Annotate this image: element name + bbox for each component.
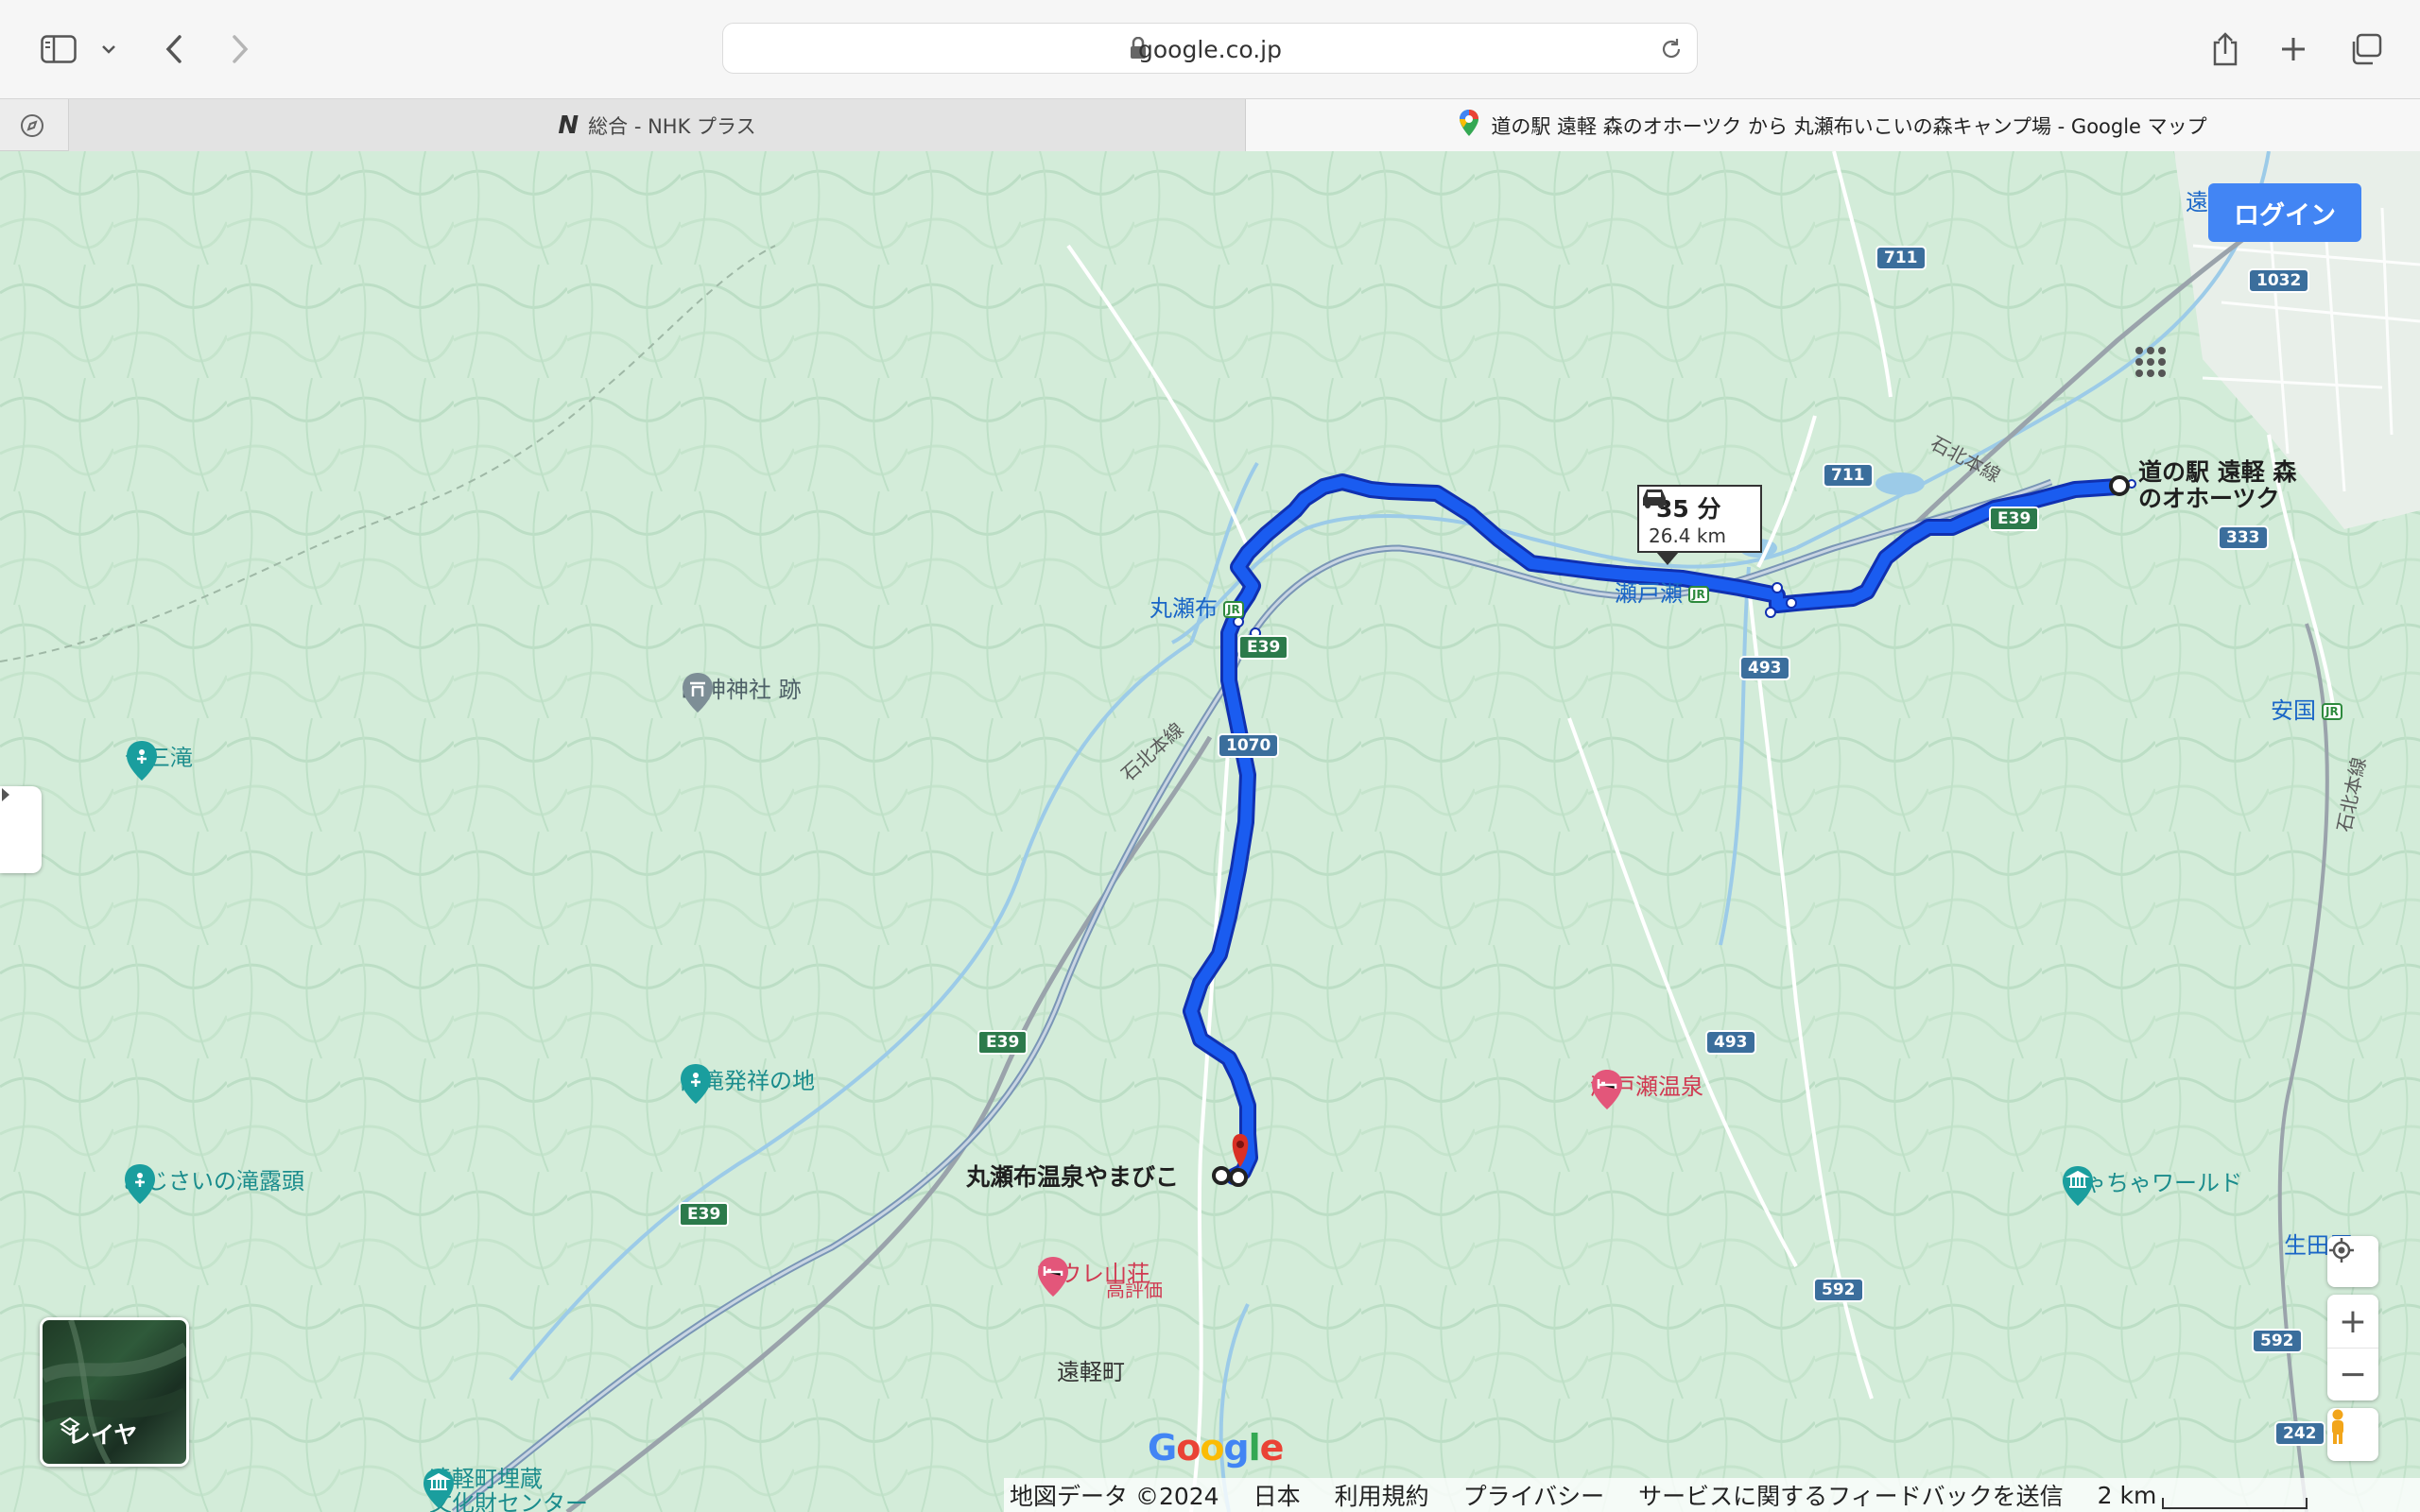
- terms-link[interactable]: 利用規約: [1335, 1478, 1429, 1512]
- road-shield: 1032: [2248, 268, 2310, 293]
- tab-label: 総合 - NHK プラス: [588, 114, 756, 138]
- poi-setose-onsen[interactable]: 瀬戸瀬温泉: [1590, 1068, 1715, 1109]
- road-shield: E39: [1238, 635, 1289, 660]
- google-maps-pin-icon: [1459, 109, 1479, 142]
- tab-label: 道の駅 遠軽 森のオホーツク から 丸瀬布いこいの森キャンプ場 - Google…: [1491, 114, 2207, 138]
- browser-toolbar: google.co.jp: [0, 0, 2420, 98]
- station-setose[interactable]: 瀬戸瀬 JR: [1615, 575, 1709, 608]
- origin-marker[interactable]: [2109, 475, 2130, 496]
- road-shield: 1070: [1218, 733, 1280, 758]
- compass-icon[interactable]: [19, 112, 45, 143]
- chevron-down-icon[interactable]: [95, 26, 123, 72]
- address-bar[interactable]: google.co.jp: [722, 23, 1698, 74]
- tab-bar: N 総合 - NHK プラス 道の駅 遠軽 森のオホーツク から 丸瀬布いこいの…: [0, 98, 2420, 151]
- zoom-controls: + −: [2327, 1295, 2378, 1400]
- share-icon[interactable]: [2203, 26, 2248, 72]
- reload-icon[interactable]: [1659, 37, 1684, 65]
- url-text: google.co.jp: [1138, 36, 1282, 63]
- zoom-in-button[interactable]: +: [2327, 1295, 2378, 1348]
- jr-icon: JR: [1688, 586, 1709, 603]
- poi-shirataki-origin[interactable]: 白滝発祥の地: [679, 1062, 826, 1104]
- station-maruseppu[interactable]: 丸瀬布 JR: [1150, 590, 1244, 623]
- route-info-pointer: [1656, 552, 1679, 565]
- destination-label[interactable]: 丸瀬布温泉やまびこ: [966, 1159, 1179, 1193]
- town-label: 遠軽町: [1057, 1359, 1125, 1385]
- scale-bar: [2162, 1497, 2308, 1509]
- new-tab-plus-icon[interactable]: [2271, 26, 2316, 72]
- road-shield: 493: [1705, 1030, 1756, 1055]
- poi-burial-center[interactable]: 遠軽町埋蔵 文化財センター: [422, 1467, 588, 1512]
- road-shield: 592: [2252, 1329, 2303, 1353]
- back-arrow-icon[interactable]: [151, 26, 197, 72]
- road-shield: 711: [1823, 463, 1874, 488]
- poi-sanjin-shrine[interactable]: 山神神社 跡: [681, 671, 813, 713]
- jr-icon: JR: [2322, 703, 2342, 720]
- poi-ajisai-falls[interactable]: あじさいの滝露頭: [123, 1162, 316, 1204]
- map-terrain: [0, 151, 2420, 1512]
- feedback-link[interactable]: サービスに関するフィードバックを送信: [1638, 1478, 2064, 1512]
- country-link[interactable]: 日本: [1253, 1478, 1301, 1512]
- road-shield: E39: [977, 1030, 1028, 1055]
- my-location-button[interactable]: [2327, 1236, 2378, 1287]
- scale-indicator[interactable]: 2 km: [2098, 1482, 2308, 1509]
- road-shield: E39: [679, 1202, 730, 1227]
- forward-arrow-icon[interactable]: [217, 26, 263, 72]
- tab-google-maps[interactable]: 道の駅 遠軽 森のオホーツク から 丸瀬布いこいの森キャンプ場 - Google…: [1246, 99, 2420, 151]
- place-label: 遠: [2186, 189, 2208, 215]
- poi-jusan-taki[interactable]: 十三滝: [125, 739, 204, 781]
- jr-icon: JR: [1223, 601, 1244, 618]
- tab-overview-icon[interactable]: [2342, 26, 2388, 72]
- road-shield: 333: [2218, 525, 2269, 550]
- map-data-credit: 地図データ ©2024: [1010, 1483, 1219, 1510]
- sidebar-toggle-icon[interactable]: [36, 26, 81, 72]
- poi-chacha-world[interactable]: ちゃちゃワールド: [2061, 1164, 2252, 1206]
- side-panel-toggle[interactable]: [0, 786, 42, 873]
- route-distance: 26.4 km: [1649, 524, 1726, 547]
- station-yasukuni[interactable]: 安国 JR: [2271, 692, 2342, 725]
- origin-label[interactable]: 道の駅 遠軽 森 のオホーツク: [2138, 459, 2296, 512]
- street-view-pegman-icon[interactable]: [2327, 1408, 2378, 1461]
- road-shield: 711: [1876, 246, 1927, 270]
- road-shield: 242: [2274, 1421, 2325, 1446]
- zoom-out-button[interactable]: −: [2327, 1348, 2378, 1400]
- attribution-bar: 地図データ ©2024 日本 利用規約 プライバシー サービスに関するフィードバ…: [1004, 1478, 2420, 1512]
- map-canvas[interactable]: 遠 ログイン 35 分 26.4 km 道の駅 遠軽 森 のオホーツク 丸瀬布温…: [0, 151, 2420, 1512]
- layers-button[interactable]: レイヤ: [40, 1317, 189, 1467]
- road-shield: 592: [1813, 1278, 1864, 1302]
- login-button[interactable]: ログイン: [2208, 183, 2361, 242]
- poi-maure-sanso[interactable]: マウレ山荘 高評価: [1036, 1255, 1163, 1302]
- nhk-logo-icon: N: [558, 111, 579, 140]
- road-shield: E39: [1989, 507, 2040, 531]
- privacy-link[interactable]: プライバシー: [1463, 1478, 1605, 1512]
- google-logo: Google: [1148, 1427, 1284, 1469]
- tab-nhk-plus[interactable]: N 総合 - NHK プラス: [68, 99, 1246, 151]
- route-info-box[interactable]: 35 分 26.4 km: [1637, 485, 1762, 553]
- road-shield: 493: [1739, 656, 1790, 680]
